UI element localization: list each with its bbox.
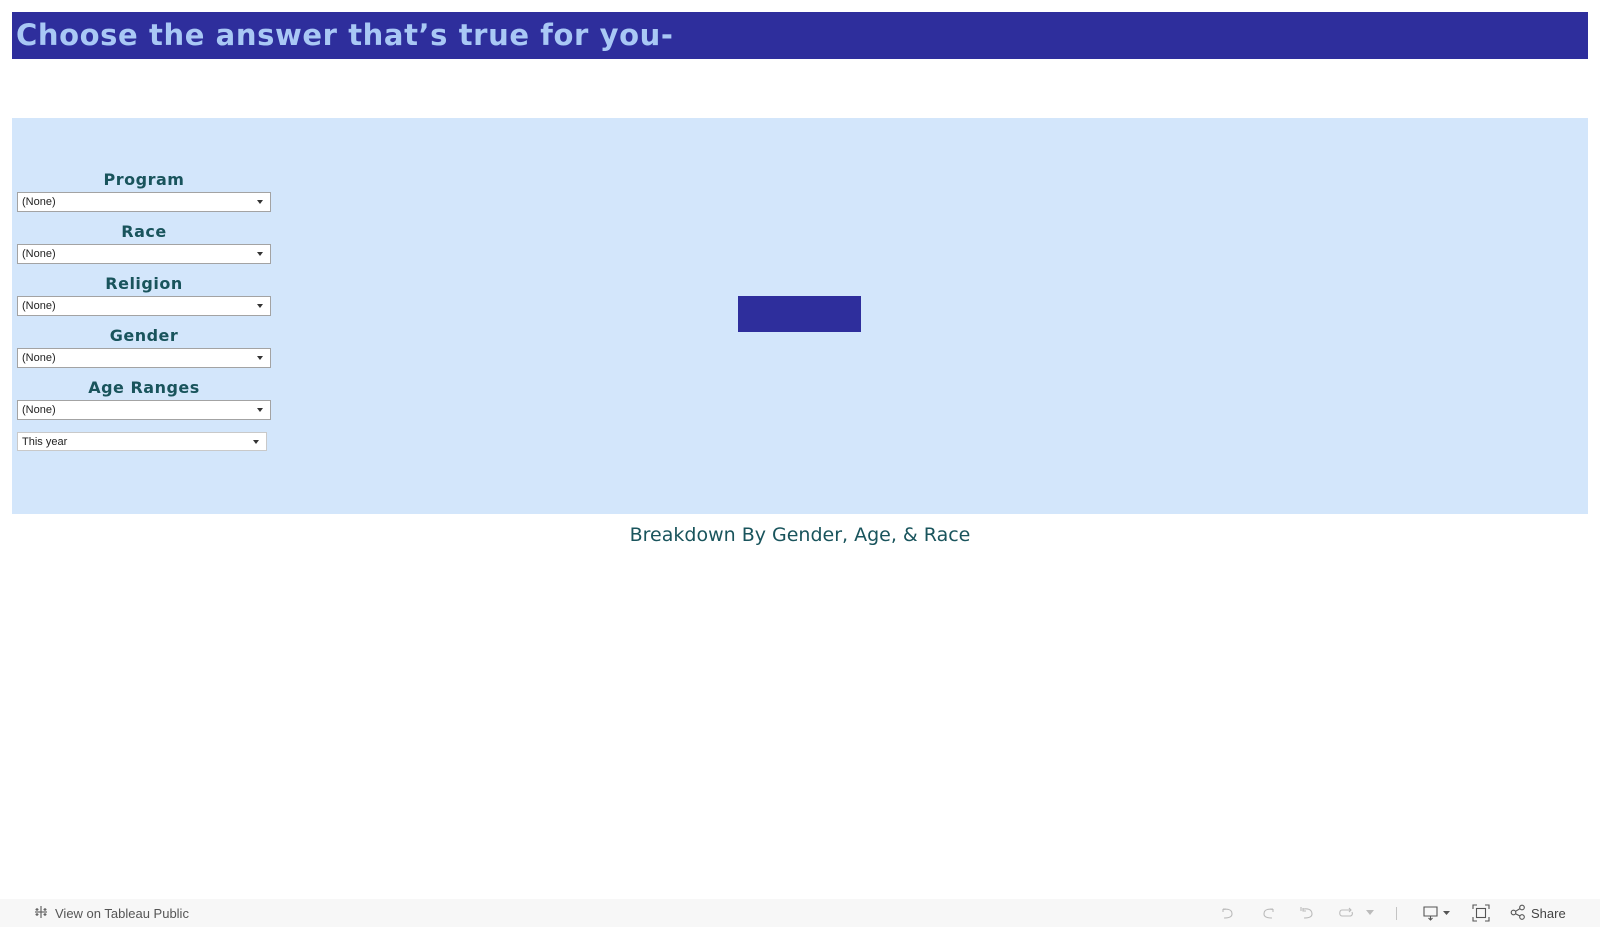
chevron-down-icon bbox=[257, 408, 263, 412]
tableau-toolbar: View on Tableau Public Share bbox=[0, 899, 1600, 927]
refresh-icon[interactable] bbox=[1336, 899, 1356, 927]
date-range-dropdown[interactable]: This year bbox=[17, 432, 267, 451]
page-title: Choose the answer that’s true for you- bbox=[16, 18, 674, 52]
filter-label-program: Program bbox=[103, 170, 185, 189]
religion-dropdown[interactable]: (None) bbox=[17, 296, 271, 316]
gender-dropdown-value: (None) bbox=[22, 352, 56, 364]
share-button[interactable]: Share bbox=[1510, 899, 1566, 927]
header-banner: Choose the answer that’s true for you- bbox=[12, 12, 1588, 59]
race-dropdown[interactable]: (None) bbox=[17, 244, 271, 264]
age-ranges-dropdown[interactable]: (None) bbox=[17, 400, 271, 420]
share-label: Share bbox=[1531, 905, 1566, 921]
filter-label-race: Race bbox=[121, 222, 167, 241]
date-range-dropdown-value: This year bbox=[22, 436, 68, 448]
program-dropdown-value: (None) bbox=[22, 196, 56, 208]
chevron-down-icon bbox=[257, 252, 263, 256]
chevron-down-icon bbox=[253, 440, 259, 444]
view-on-tableau-public-label: View on Tableau Public bbox=[55, 905, 189, 921]
fullscreen-icon[interactable] bbox=[1471, 899, 1491, 927]
race-dropdown-value: (None) bbox=[22, 248, 56, 260]
submit-block[interactable] bbox=[738, 296, 861, 332]
tableau-logo-icon bbox=[33, 904, 49, 923]
section-title: Breakdown By Gender, Age, & Race bbox=[629, 524, 971, 546]
download-icon[interactable] bbox=[1421, 899, 1455, 927]
view-on-tableau-public-link[interactable]: View on Tableau Public bbox=[33, 899, 189, 927]
filter-label-gender: Gender bbox=[109, 326, 179, 345]
share-icon bbox=[1510, 904, 1526, 923]
revert-icon[interactable] bbox=[1298, 899, 1316, 927]
program-dropdown[interactable]: (None) bbox=[17, 192, 271, 212]
filter-label-religion: Religion bbox=[105, 274, 183, 293]
chevron-down-icon bbox=[257, 304, 263, 308]
filter-label-age-ranges: Age Ranges bbox=[88, 378, 200, 397]
toolbar-divider bbox=[1396, 907, 1397, 920]
refresh-dropdown-icon[interactable] bbox=[1364, 899, 1376, 927]
age-ranges-dropdown-value: (None) bbox=[22, 404, 56, 416]
chevron-down-icon bbox=[257, 200, 263, 204]
religion-dropdown-value: (None) bbox=[22, 300, 56, 312]
redo-icon[interactable] bbox=[1259, 899, 1277, 927]
chevron-down-icon bbox=[257, 356, 263, 360]
gender-dropdown[interactable]: (None) bbox=[17, 348, 271, 368]
undo-icon[interactable] bbox=[1219, 899, 1237, 927]
